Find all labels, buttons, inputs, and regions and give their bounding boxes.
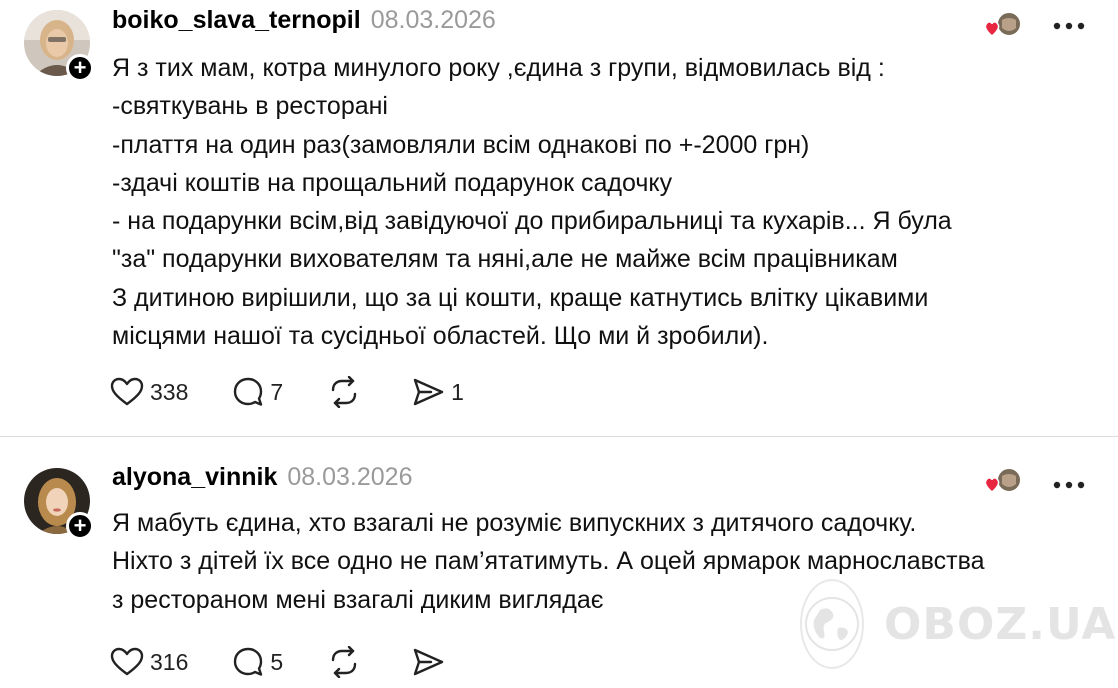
- more-options-icon[interactable]: [1052, 18, 1086, 30]
- text-line: Я мабуть єдина, хто взагалі не розуміє в…: [112, 509, 917, 537]
- post-date: 08.03.2026: [370, 6, 496, 34]
- post-header: boiko_slava_ternopil 08.03.2026: [112, 6, 496, 40]
- post-header: alyona_vinnik 08.03.2026: [112, 463, 412, 497]
- text-line: - на подарунки всім,від завідуючої до пр…: [112, 207, 952, 236]
- send-icon: [411, 647, 445, 677]
- action-bar: 316 5: [110, 644, 495, 680]
- share-button[interactable]: 1: [411, 377, 464, 407]
- more-options-icon[interactable]: [1052, 477, 1086, 489]
- post-date: 08.03.2026: [287, 463, 413, 491]
- like-count: 316: [150, 648, 189, 675]
- text-line: Я з тих мам, котра минулого року ,єдина …: [112, 54, 885, 82]
- like-button[interactable]: 316: [110, 647, 188, 677]
- avatar[interactable]: +: [24, 10, 94, 82]
- text-line: -святкувань в ресторані: [112, 92, 388, 121]
- comment-button[interactable]: 5: [232, 646, 283, 678]
- follow-plus-button[interactable]: +: [66, 512, 94, 540]
- liked-by-avatar-heart-icon[interactable]: [982, 10, 1022, 40]
- globe-icon: [800, 579, 864, 669]
- share-button[interactable]: [411, 647, 451, 677]
- watermark: OBOZ.UA: [800, 574, 1115, 674]
- repost-icon: [327, 646, 361, 678]
- text-line: місцями нашої та сусідньої областей. Що …: [112, 322, 769, 351]
- comment-count: 7: [270, 378, 284, 405]
- like-button[interactable]: 338: [110, 377, 188, 407]
- watermark-text: OBOZ.UA: [884, 598, 1117, 650]
- text-line: "за" подарунки вихователям та няні,але н…: [112, 245, 898, 274]
- comment-post: + boiko_slava_ternopil 08.03.2026 Я з ти…: [0, 0, 1118, 437]
- text-line: -здачі коштів на прощальний подарунок са…: [112, 168, 673, 197]
- post-divider: [0, 436, 1118, 437]
- liked-by-avatar-heart-icon[interactable]: [982, 466, 1022, 496]
- heart-icon: [110, 377, 144, 407]
- send-icon: [411, 377, 445, 407]
- repost-button[interactable]: [327, 376, 367, 408]
- comment-bubble-icon: [232, 646, 264, 678]
- action-bar: 338 7 1: [110, 374, 508, 410]
- text-line: З дитиною вирішили, що за ці кошти, кращ…: [112, 283, 929, 312]
- share-count: 1: [451, 378, 464, 405]
- comment-bubble-icon: [232, 376, 264, 408]
- repost-icon: [327, 376, 361, 408]
- comment-text: Я з тих мам, котра минулого року ,єдина …: [112, 49, 1102, 355]
- text-line: -плаття на один раз(замовляли всім однак…: [112, 130, 810, 159]
- repost-button[interactable]: [327, 646, 367, 678]
- comment-count: 5: [270, 648, 284, 675]
- username[interactable]: boiko_slava_ternopil: [112, 6, 361, 35]
- like-count: 338: [150, 378, 189, 405]
- heart-icon: [110, 647, 144, 677]
- follow-plus-button[interactable]: +: [66, 54, 94, 82]
- username[interactable]: alyona_vinnik: [112, 463, 277, 492]
- avatar[interactable]: +: [24, 468, 94, 540]
- comment-button[interactable]: 7: [232, 376, 283, 408]
